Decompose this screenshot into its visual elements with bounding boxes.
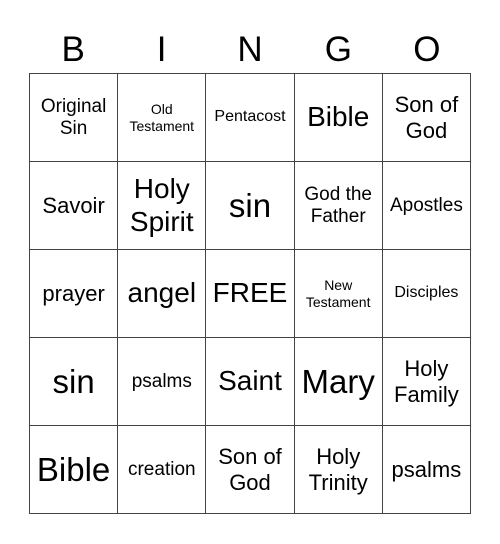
cell-label: Mary [301,362,375,400]
bingo-cell[interactable]: Mary [294,338,383,426]
cell-label: Son of God [218,444,282,495]
bingo-cell[interactable]: God the Father [294,162,383,250]
cell-label: Savoir [42,192,105,218]
cell-label: Apostles [389,194,463,216]
cell-label: prayer [42,280,105,306]
cell-label: God the Father [304,183,372,227]
bingo-cell[interactable]: Holy Family [382,338,471,426]
bingo-cell[interactable]: Disciples [382,250,471,338]
header-letter-n: N [237,30,263,69]
bingo-card-grid: Original Sin Old Testament Pentacost Bible S… [29,73,471,514]
cell-label: FREE [212,277,288,309]
header-letter-b: B [61,30,85,69]
cell-label: Holy Family [394,356,459,407]
bingo-cell[interactable]: psalms [382,426,471,514]
cell-label: Bible [36,450,111,488]
bingo-cell[interactable]: Son of God [382,74,471,162]
bingo-cell[interactable]: Bible [30,426,119,514]
bingo-cell[interactable]: Original Sin [30,74,119,162]
bingo-cell[interactable]: Apostles [382,162,471,250]
bingo-cell[interactable]: psalms [118,338,207,426]
free-space-cell[interactable]: FREE [206,250,295,338]
cell-label: Pentacost [214,108,286,126]
cell-label: angel [127,277,197,309]
cell-label: Bible [307,101,370,133]
bingo-cell[interactable]: angel [118,250,207,338]
bingo-cell[interactable]: Old Testament [118,74,207,162]
cell-label: Original Sin [40,95,107,139]
cell-label: psalms [391,456,462,482]
bingo-header: B I N G O [29,28,471,72]
bingo-cell[interactable]: New Testament [294,250,383,338]
cell-label: Saint [218,365,282,397]
cell-label: psalms [131,370,192,392]
cell-label: sin [228,186,272,224]
header-letter-g: G [324,30,353,69]
header-letter-o: O [413,30,441,69]
bingo-cell[interactable]: sin [30,338,119,426]
cell-label: New Testament [305,277,371,310]
bingo-cell[interactable]: Saint [206,338,295,426]
bingo-cell[interactable]: Pentacost [206,74,295,162]
cell-label: Holy Trinity [308,444,368,495]
cell-label: creation [127,458,196,480]
bingo-cell[interactable]: sin [206,162,295,250]
bingo-cell[interactable]: Holy Spirit [118,162,207,250]
bingo-cell[interactable]: creation [118,426,207,514]
cell-label: Old Testament [129,101,195,134]
cell-label: sin [52,362,95,400]
header-letter-i: I [156,30,167,69]
bingo-cell[interactable]: Son of God [206,426,295,514]
bingo-cell[interactable]: Savoir [30,162,119,250]
cell-label: Son of God [394,92,459,143]
bingo-cell[interactable]: prayer [30,250,119,338]
cell-label: Holy Spirit [129,173,194,237]
cell-label: Disciples [394,284,459,302]
bingo-cell[interactable]: Holy Trinity [294,426,383,514]
bingo-cell[interactable]: Bible [294,74,383,162]
